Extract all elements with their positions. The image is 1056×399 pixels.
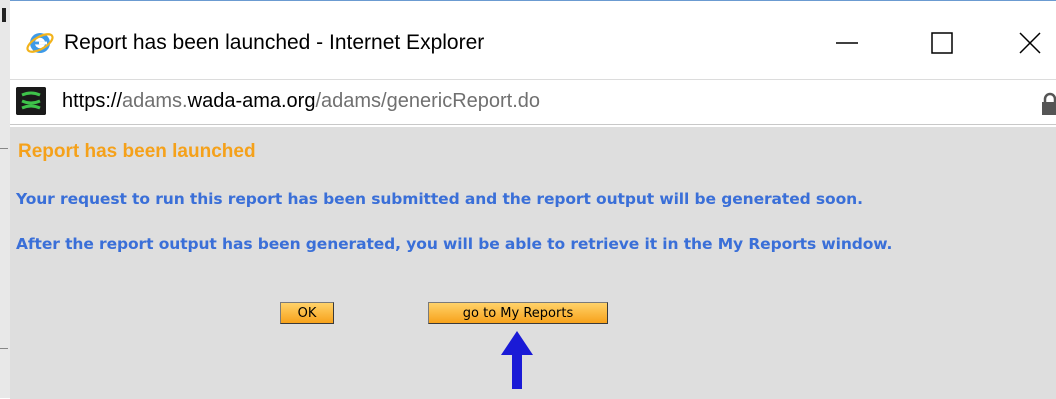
wada-site-icon	[16, 87, 46, 115]
background-window-divider	[0, 348, 8, 349]
url-scheme: https://	[62, 90, 123, 112]
go-to-my-reports-button[interactable]: go to My Reports	[428, 302, 608, 324]
lock-icon[interactable]	[1040, 92, 1056, 116]
arrow-up-icon	[501, 331, 533, 389]
close-button[interactable]	[1006, 23, 1056, 63]
screen: Report has been launched - Internet Expl…	[0, 0, 1056, 399]
background-window-mark	[2, 8, 6, 22]
background-window-divider	[0, 148, 8, 149]
ok-button[interactable]: OK	[280, 302, 334, 324]
window-title: Report has been launched - Internet Expl…	[64, 31, 485, 54]
retrieve-message: After the report output has been generat…	[16, 235, 893, 253]
dialog-content: Report has been launched Your request to…	[10, 127, 1056, 399]
title-bar[interactable]: Report has been launched - Internet Expl…	[10, 1, 1056, 75]
url-text[interactable]: https://adams.wada-ama.org/adams/generic…	[62, 90, 540, 113]
url-subdomain: adams.	[122, 90, 188, 112]
minimize-button[interactable]	[822, 23, 872, 63]
submitted-message: Your request to run this report has been…	[16, 190, 863, 208]
internet-explorer-icon	[26, 33, 54, 53]
url-domain: wada-ama.org	[187, 90, 316, 112]
address-bar[interactable]: https://adams.wada-ama.org/adams/generic…	[10, 79, 1056, 125]
maximize-button[interactable]	[916, 23, 966, 63]
ie-popup-window: Report has been launched - Internet Expl…	[10, 0, 1056, 399]
url-path: /adams/genericReport.do	[315, 90, 541, 112]
dialog-heading: Report has been launched	[18, 141, 256, 162]
